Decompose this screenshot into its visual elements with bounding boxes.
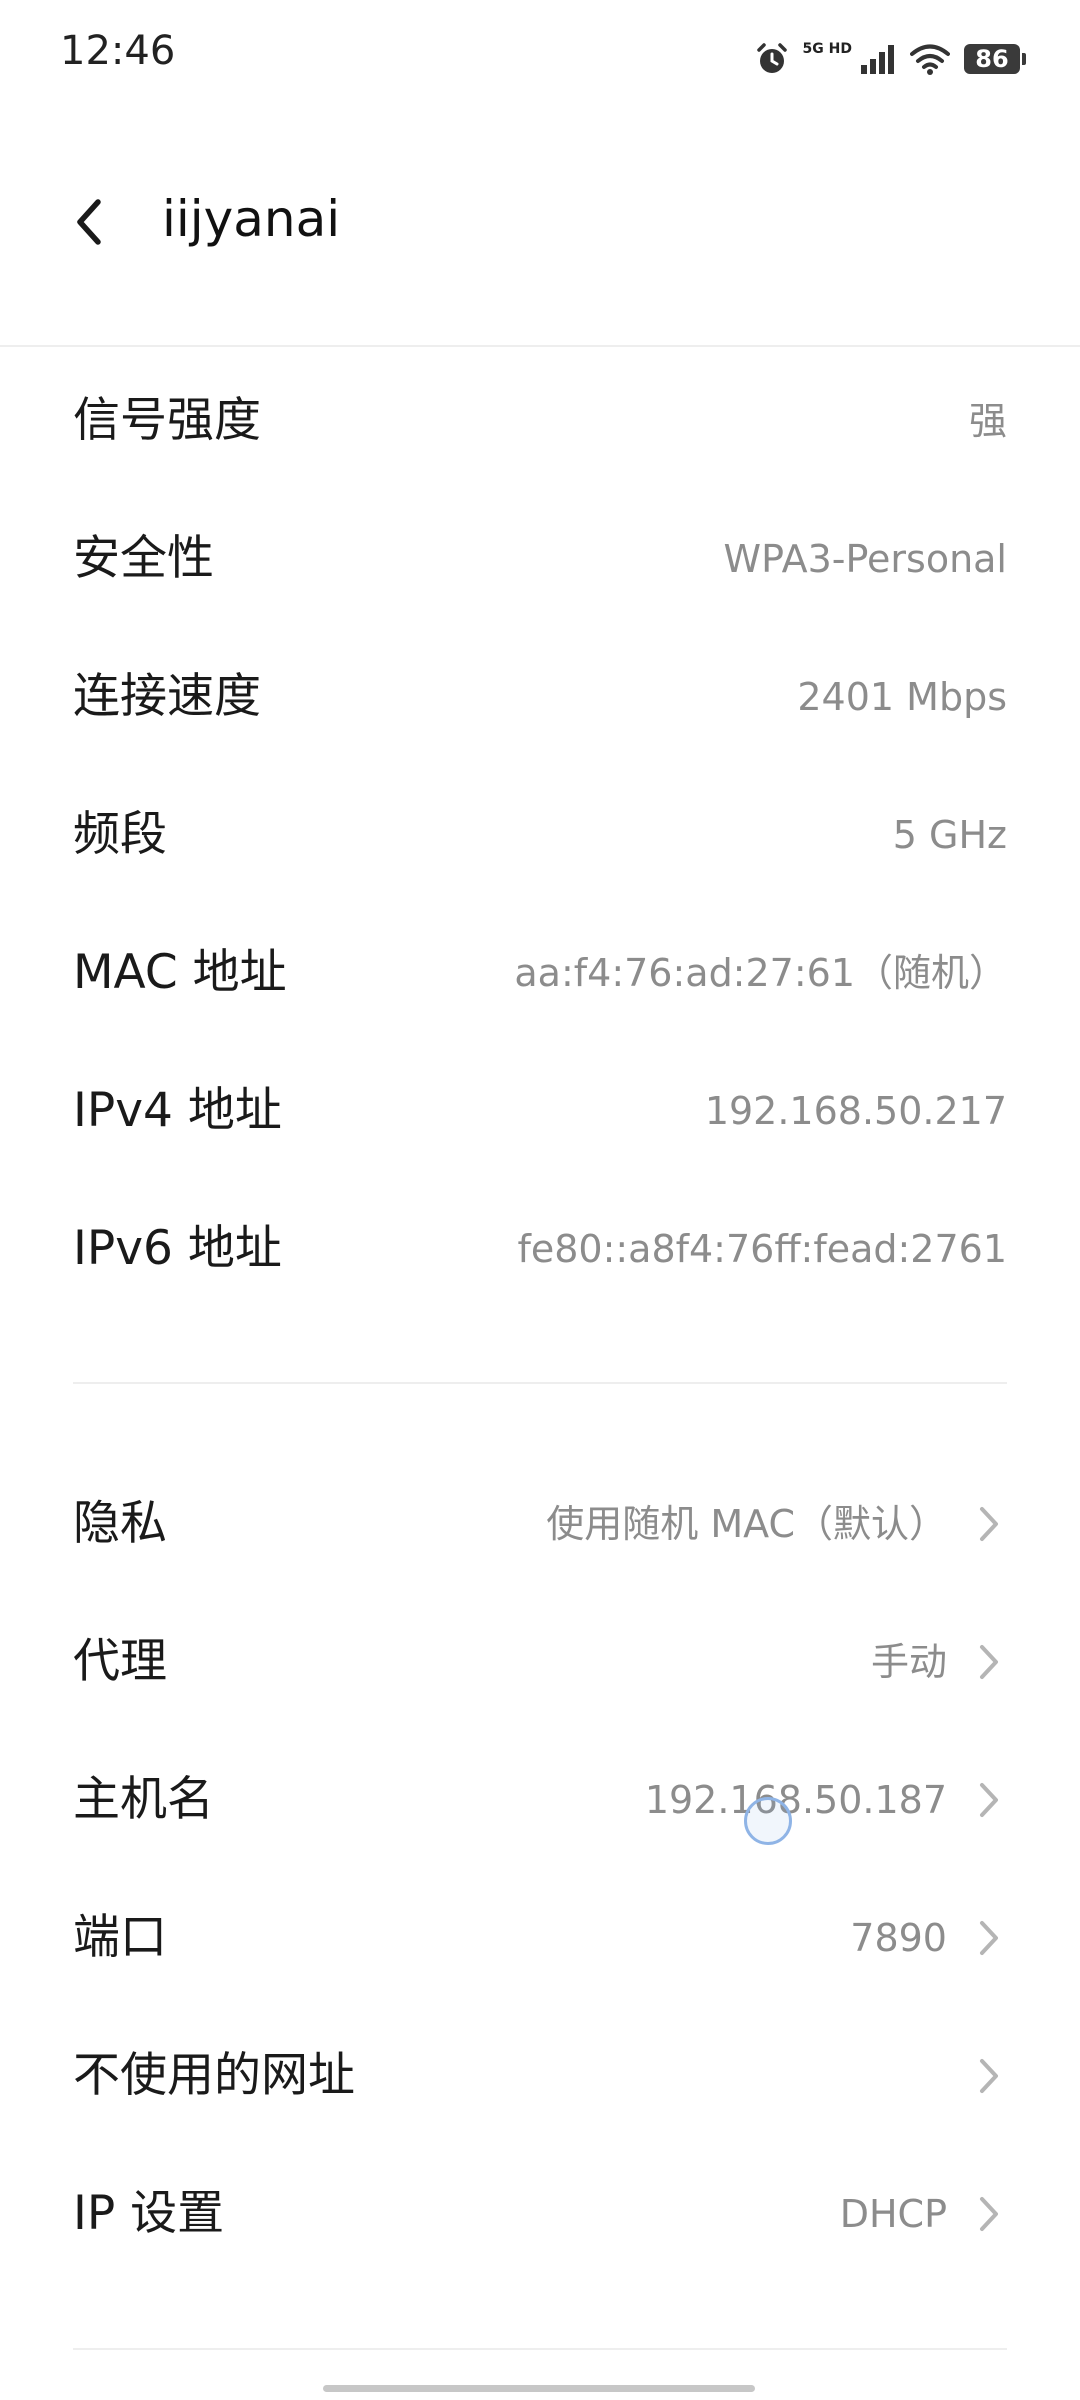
row-value: 强 (968, 399, 1007, 443)
chevron-right-icon (980, 1645, 998, 1679)
header-divider (0, 345, 1080, 347)
home-indicator[interactable] (323, 2385, 755, 2392)
row-label: 不使用的网址 (73, 2048, 355, 2103)
row-label: 信号强度 (73, 393, 261, 448)
signal-strength-row: 信号强度 强 (0, 352, 1080, 490)
chevron-left-icon (77, 199, 101, 245)
status-icons: 5G HD 86 (755, 36, 1026, 82)
row-value: 192.168.50.187 (644, 1778, 947, 1822)
frequency-band-row: 频段 5 GHz (0, 766, 1080, 904)
status-time: 12:46 (60, 28, 176, 74)
row-value: 5 GHz (892, 813, 1007, 857)
row-value: 使用随机 MAC（默认） (546, 1502, 947, 1546)
network-type-label: 5G HD (802, 41, 852, 57)
row-label: 安全性 (73, 531, 214, 586)
link-speed-row: 连接速度 2401 Mbps (0, 628, 1080, 766)
row-label: 端口 (73, 1910, 167, 1965)
row-label: 隐私 (73, 1496, 167, 1551)
privacy-row[interactable]: 隐私 使用随机 MAC（默认） (0, 1455, 1080, 1593)
chevron-right-icon (980, 1783, 998, 1817)
touch-indicator (744, 1797, 792, 1845)
section-divider (73, 2348, 1007, 2350)
mac-address-row: MAC 地址 aa:f4:76:ad:27:61（随机） (0, 904, 1080, 1042)
row-value: 2401 Mbps (797, 675, 1007, 719)
row-label: 代理 (73, 1634, 167, 1689)
row-label: 连接速度 (73, 669, 261, 724)
status-bar: 12:46 5G HD 86 (0, 0, 1080, 110)
row-value: fe80::a8f4:76ff:fead:2761 (517, 1227, 1007, 1271)
chevron-right-icon (980, 2059, 998, 2093)
security-row: 安全性 WPA3-Personal (0, 490, 1080, 628)
wifi-icon (910, 43, 950, 75)
section-divider (73, 1382, 1007, 1384)
chevron-right-icon (980, 1921, 998, 1955)
row-value: DHCP (839, 2192, 947, 2236)
chevron-right-icon (980, 2197, 998, 2231)
row-label: MAC 地址 (73, 945, 287, 1000)
row-label: 主机名 (73, 1772, 214, 1827)
row-label: IPv6 地址 (73, 1221, 282, 1276)
page-title: iijyanai (162, 190, 341, 248)
chevron-right-icon (980, 1507, 998, 1541)
row-value: 手动 (870, 1640, 947, 1684)
row-value: 192.168.50.217 (704, 1089, 1007, 1133)
ipv4-address-row: IPv4 地址 192.168.50.217 (0, 1042, 1080, 1180)
row-label: IP 设置 (73, 2186, 225, 2241)
battery-icon: 86 (964, 44, 1026, 74)
hostname-row[interactable]: 主机名 192.168.50.187 (0, 1731, 1080, 1869)
port-row[interactable]: 端口 7890 (0, 1869, 1080, 2007)
alarm-icon (755, 42, 789, 76)
signal-icon (860, 44, 896, 74)
row-label: 频段 (73, 807, 167, 862)
row-label: IPv4 地址 (73, 1083, 282, 1138)
ip-settings-row[interactable]: IP 设置 DHCP (0, 2145, 1080, 2283)
row-value: 7890 (850, 1916, 947, 1960)
row-value: WPA3-Personal (723, 537, 1007, 581)
bypass-urls-row[interactable]: 不使用的网址 (0, 2007, 1080, 2145)
back-button[interactable] (62, 192, 122, 252)
row-value: aa:f4:76:ad:27:61（随机） (514, 951, 1007, 995)
header: iijyanai (0, 150, 1080, 290)
ipv6-address-row: IPv6 地址 fe80::a8f4:76ff:fead:2761 (0, 1180, 1080, 1318)
proxy-row[interactable]: 代理 手动 (0, 1593, 1080, 1731)
